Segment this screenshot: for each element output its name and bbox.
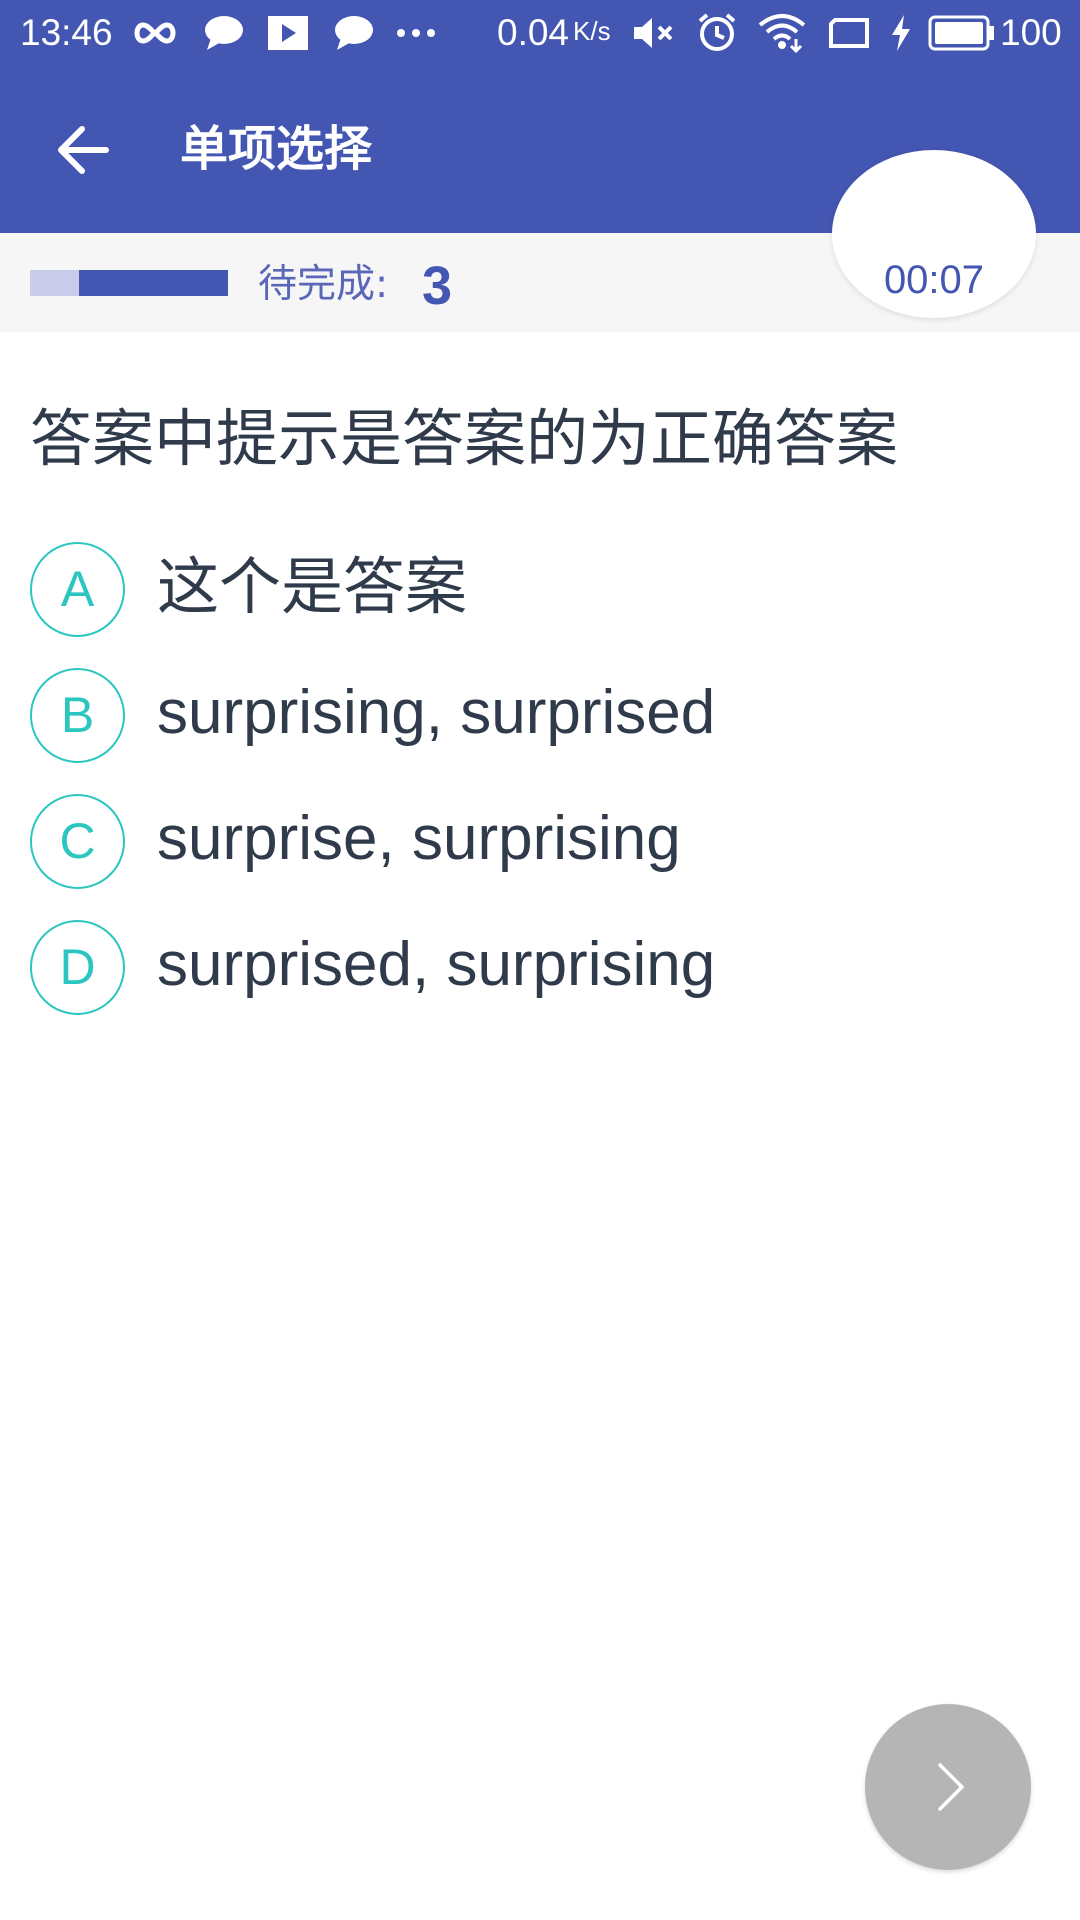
battery-icon: [928, 12, 996, 54]
infinity-icon: [130, 12, 180, 54]
option-text-c: surprise, surprising: [157, 804, 681, 873]
option-letter-c: C: [30, 794, 125, 889]
progress-bar: [30, 270, 228, 296]
option-a[interactable]: A 这个是答案: [30, 542, 1030, 642]
option-d[interactable]: D surprised, surprising: [30, 920, 1030, 1020]
alarm-icon: [696, 12, 738, 54]
option-text-a: 这个是答案: [157, 550, 468, 623]
chevron-right-icon: [938, 1763, 964, 1811]
question-text: 答案中提示是答案的为正确答案: [30, 402, 899, 475]
status-time: 13:46: [20, 12, 113, 53]
chat-bubble-icon: [203, 12, 245, 54]
status-bar: 13:46 0.04 K/s 100: [0, 0, 1080, 66]
option-letter-b: B: [30, 668, 125, 763]
play-icon: [268, 12, 308, 54]
pending-count: 3: [422, 256, 453, 316]
timer: 00:07: [883, 258, 985, 302]
page-title: 单项选择: [180, 121, 373, 177]
option-text-d: surprised, surprising: [157, 930, 716, 999]
network-unit: K/s: [573, 16, 611, 46]
pending-label: 待完成:: [258, 262, 389, 307]
option-letter-a: A: [30, 542, 125, 637]
chat-bubble-icon: [333, 12, 375, 54]
network-speed: 0.04: [497, 12, 570, 53]
progress-bar-fill: [79, 270, 228, 296]
wifi-icon: [758, 12, 806, 54]
screen-icon: [827, 12, 871, 54]
option-c[interactable]: C surprise, surprising: [30, 794, 1030, 894]
option-text-b: surprising, surprised: [157, 678, 716, 747]
arrow-left-icon: [58, 126, 109, 174]
charging-icon: [890, 12, 912, 54]
mute-icon: [632, 12, 676, 54]
option-letter-d: D: [30, 920, 125, 1015]
next-button[interactable]: [865, 1704, 1031, 1870]
back-button[interactable]: [50, 115, 120, 185]
battery-level: 100: [1000, 12, 1062, 53]
option-b[interactable]: B surprising, surprised: [30, 668, 1030, 768]
more-dots-icon: [396, 12, 436, 54]
